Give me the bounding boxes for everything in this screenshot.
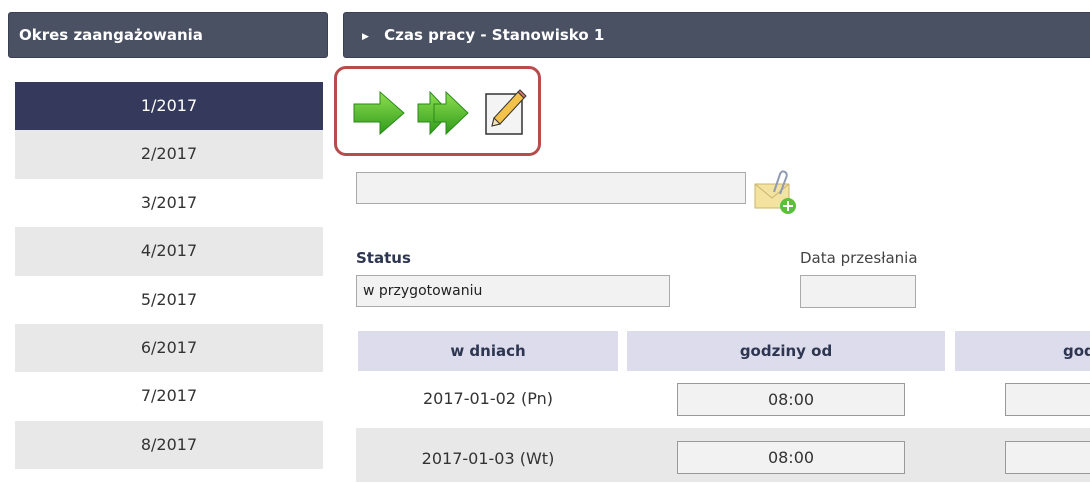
- period-item[interactable]: 3/2017: [15, 179, 323, 227]
- period-item[interactable]: 7/2017: [15, 372, 323, 420]
- row-date: 2017-01-02 (Pn): [422, 389, 554, 408]
- hours-from-field[interactable]: 08:00: [677, 441, 905, 474]
- column-header-hours-from: godziny od: [627, 331, 945, 371]
- status-label: Status: [356, 249, 411, 267]
- period-list: 1/2017 2/2017 3/2017 4/2017 5/2017 6/201…: [15, 82, 323, 470]
- column-header-hours-to: god: [955, 331, 1090, 371]
- edit-pencil-icon[interactable]: [482, 88, 530, 142]
- mail-attachment-add-icon[interactable]: [752, 168, 802, 222]
- period-panel-header: Okres zaangażowania: [8, 12, 328, 58]
- period-item[interactable]: 1/2017: [15, 82, 323, 131]
- attachment-field[interactable]: [356, 172, 746, 204]
- hours-from-field[interactable]: 08:00: [677, 383, 905, 416]
- next-arrow-icon[interactable]: [352, 90, 406, 140]
- period-item[interactable]: 6/2017: [15, 323, 323, 373]
- row-date: 2017-01-03 (Wt): [421, 449, 555, 468]
- hours-to-field[interactable]: [1005, 441, 1090, 474]
- hours-to-field[interactable]: [1005, 383, 1090, 416]
- data-przeslania-field: [800, 275, 916, 308]
- section-header[interactable]: ▶ Czas pracy - Stanowisko 1: [343, 12, 1090, 58]
- period-item[interactable]: 2/2017: [15, 130, 323, 179]
- period-item[interactable]: 8/2017: [15, 420, 323, 470]
- data-przeslania-label: Data przesłania: [800, 249, 918, 267]
- period-panel-title: Okres zaangażowania: [19, 26, 203, 44]
- period-item[interactable]: 4/2017: [15, 227, 323, 276]
- status-field: [356, 275, 670, 307]
- section-title: Czas pracy - Stanowisko 1: [384, 26, 605, 44]
- period-item[interactable]: 5/2017: [15, 276, 323, 324]
- caret-right-icon: ▶: [362, 32, 369, 42]
- column-header-days: w dniach: [358, 331, 618, 371]
- double-next-arrow-icon[interactable]: [416, 90, 470, 140]
